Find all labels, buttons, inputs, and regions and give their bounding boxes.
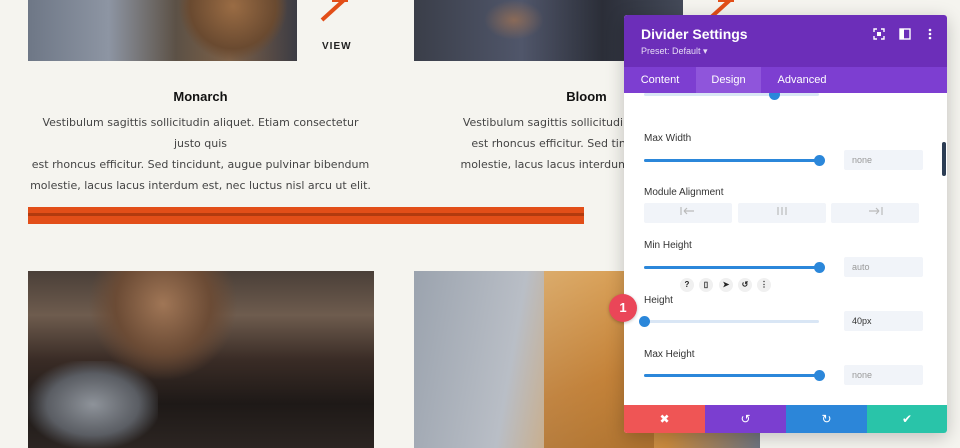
slider-handle[interactable] [814, 155, 825, 166]
width-slider[interactable] [644, 93, 819, 100]
hover-icon[interactable]: ➤ [719, 278, 733, 292]
panel-footer: ✖ ↺ ↻ ✔ [624, 405, 947, 433]
divider-settings-panel: Divider Settings Preset: Default ▾ Conte… [624, 15, 947, 433]
expand-icon[interactable] [872, 27, 886, 41]
max-width-slider[interactable] [644, 155, 825, 166]
tab-content[interactable]: Content [624, 67, 696, 93]
max-width-input[interactable]: none [844, 150, 923, 170]
cancel-button[interactable]: ✖ [624, 405, 705, 433]
text-line: est rhoncus efficitur. Sed tincidunt, au… [31, 158, 370, 171]
card-title: Monarch [173, 89, 228, 104]
max-height-input[interactable]: none [844, 365, 923, 385]
min-height-label: Min Height [644, 240, 692, 251]
text-line: molestie, lacus lacus interdum est, nec … [30, 179, 371, 192]
scrollbar[interactable] [942, 142, 946, 176]
slider-fill [644, 159, 819, 162]
slider-fill [644, 374, 819, 377]
center-align-icon [777, 207, 787, 215]
height-label: Height [644, 295, 673, 306]
align-center-button[interactable] [738, 203, 826, 223]
portfolio-image [28, 271, 374, 448]
split-view-icon[interactable] [898, 27, 912, 41]
module-alignment-label: Module Alignment [644, 187, 724, 198]
monarch-image [28, 0, 297, 61]
min-height-input[interactable]: auto [844, 257, 923, 277]
undo-button[interactable]: ↺ [705, 405, 786, 433]
height-slider[interactable] [639, 316, 819, 327]
help-icon[interactable]: ? [680, 278, 694, 292]
panel-title: Divider Settings [641, 26, 748, 42]
text-line: Vestibulum sagittis sollicitudin aliquet… [42, 116, 359, 150]
min-height-slider[interactable] [644, 262, 825, 273]
tab-design[interactable]: Design [696, 67, 761, 93]
save-button[interactable]: ✔ [867, 405, 947, 433]
height-input[interactable]: 40px [844, 311, 923, 331]
arrow-icon[interactable] [318, 0, 354, 22]
slider-handle[interactable] [769, 93, 780, 100]
slider-handle[interactable] [814, 370, 825, 381]
preset-dropdown[interactable]: Preset: Default ▾ [641, 46, 708, 57]
slider-handle[interactable] [639, 316, 650, 327]
reset-icon[interactable]: ↺ [738, 278, 752, 292]
align-left-button[interactable] [644, 203, 732, 223]
step-number-badge: 1 [609, 294, 637, 322]
align-right-button[interactable] [831, 203, 919, 223]
view-link[interactable]: VIEW [322, 41, 352, 52]
divider-module[interactable] [28, 207, 584, 224]
slider-handle[interactable] [814, 262, 825, 273]
panel-body: Max Width none Module Alignment Min Heig… [624, 93, 947, 405]
slider-fill [644, 266, 819, 269]
left-align-icon [680, 207, 694, 215]
tab-bar: Content Design Advanced [624, 67, 947, 93]
max-width-label: Max Width [644, 133, 692, 144]
panel-header[interactable]: Divider Settings Preset: Default ▾ [624, 15, 947, 67]
max-height-slider[interactable] [644, 370, 825, 381]
redo-button[interactable]: ↻ [786, 405, 867, 433]
max-height-label: Max Height [644, 349, 695, 360]
responsive-icon[interactable]: ▯ [699, 278, 713, 292]
card-description: Vestibulum sagittis sollicitudin aliquet… [28, 112, 373, 196]
more-vertical-icon[interactable] [923, 27, 937, 41]
right-align-icon [869, 207, 883, 215]
tab-advanced[interactable]: Advanced [761, 67, 843, 93]
options-icon[interactable]: ⋮ [757, 278, 771, 292]
